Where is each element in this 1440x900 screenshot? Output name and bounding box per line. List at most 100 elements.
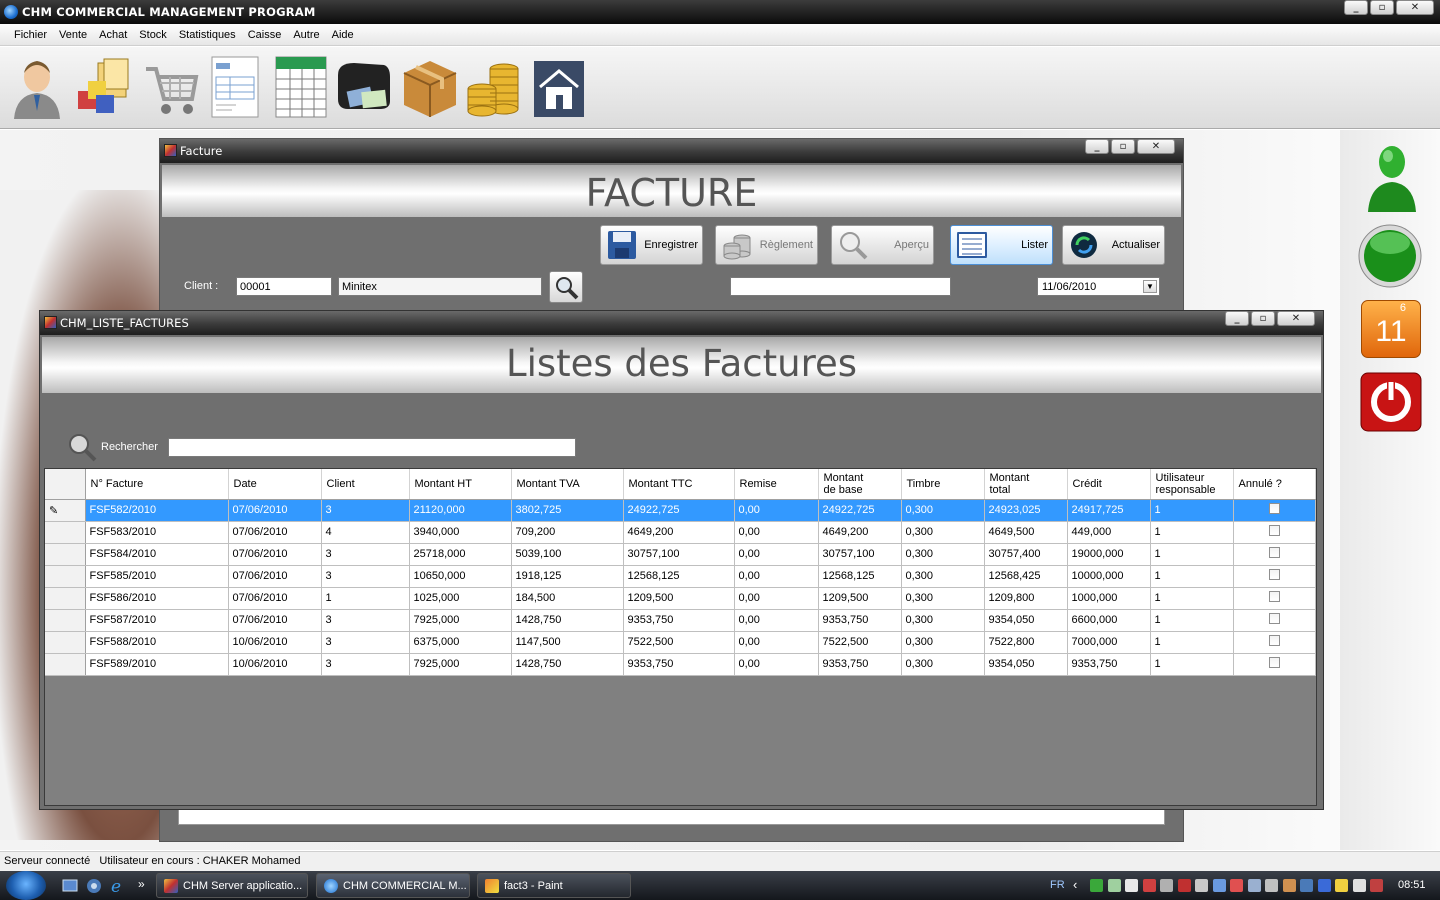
column-header[interactable]: Annulé ? (1233, 469, 1316, 500)
tray-expand-icon[interactable]: ‹ (1073, 877, 1077, 892)
table-cell[interactable]: 7522,800 (984, 631, 1068, 654)
column-header[interactable]: Utilisateur responsable (1150, 469, 1234, 500)
column-header[interactable]: Montant TTC (623, 469, 735, 500)
table-cell[interactable]: 24922,725 (623, 499, 735, 522)
table-cell[interactable]: 24922,725 (818, 499, 902, 522)
table-cell[interactable]: 1 (1150, 653, 1234, 676)
cancelled-checkbox[interactable] (1268, 657, 1280, 668)
table-cell[interactable]: 9353,750 (1067, 653, 1151, 676)
table-row[interactable]: FSF589/2010 10/06/2010 3 7925,000 1428,750 93… (45, 653, 1316, 676)
media-icon[interactable] (86, 878, 102, 894)
table-cell[interactable]: 1 (321, 587, 410, 610)
column-header[interactable]: Remise (734, 469, 819, 500)
table-cell[interactable]: 3802,725 (511, 499, 624, 522)
list-button[interactable]: Lister (950, 225, 1053, 265)
chevron-down-icon[interactable]: ▼ (1143, 280, 1157, 293)
cancelled-checkbox[interactable] (1268, 503, 1280, 514)
table-cell[interactable]: FSF588/2010 (85, 631, 229, 654)
signal-icon[interactable] (1107, 879, 1121, 892)
connection-status-icon[interactable] (1357, 223, 1423, 289)
table-cell[interactable]: 10000,000 (1067, 565, 1151, 588)
table-cell[interactable]: 449,000 (1067, 521, 1151, 544)
table-cell[interactable]: 9353,750 (818, 609, 902, 632)
cancelled-checkbox[interactable] (1268, 547, 1280, 558)
payment-button[interactable]: Règlement (715, 225, 818, 265)
products-icon[interactable] (74, 55, 132, 119)
column-header[interactable]: Montant de base (818, 469, 902, 500)
table-cell[interactable]: 0,00 (734, 587, 819, 610)
liste-window-titlebar[interactable]: CHM_LISTE_FACTURES _ ▫ ✕ (40, 311, 1323, 335)
table-cell[interactable]: FSF587/2010 (85, 609, 229, 632)
table-cell[interactable]: 4649,500 (984, 521, 1068, 544)
preview-button[interactable]: Aperçu (831, 225, 934, 265)
table-cell[interactable]: 1428,750 (511, 609, 624, 632)
cart-icon[interactable] (142, 55, 200, 119)
menu-statistiques[interactable]: Statistiques (173, 29, 242, 41)
table-cell[interactable]: 9353,750 (818, 653, 902, 676)
menu-stock[interactable]: Stock (133, 29, 173, 41)
table-cell[interactable]: 21120,000 (409, 499, 512, 522)
table-cell[interactable]: 1 (1150, 499, 1234, 522)
table-row[interactable]: FSF584/2010 07/06/2010 3 25718,000 5039,100 3… (45, 543, 1316, 566)
usb-icon[interactable] (1195, 879, 1208, 892)
table-cell[interactable]: 0,300 (901, 521, 985, 544)
row-header[interactable] (45, 631, 86, 654)
table-cell[interactable]: 0,300 (901, 631, 985, 654)
column-header[interactable]: Montant HT (409, 469, 512, 500)
cancelled-checkbox[interactable] (1268, 569, 1280, 580)
security-icon[interactable] (1177, 879, 1191, 892)
bluetooth-icon[interactable] (1317, 879, 1331, 892)
table-cell[interactable]: 07/06/2010 (228, 587, 322, 610)
liste-minimize-button[interactable]: _ (1225, 311, 1249, 326)
facture-close-button[interactable]: ✕ (1137, 139, 1175, 154)
table-cell[interactable]: 30757,100 (818, 543, 902, 566)
table-cell[interactable]: 1 (1150, 543, 1234, 566)
table-row[interactable]: FSF585/2010 07/06/2010 3 10650,000 1918,125 1… (45, 565, 1316, 588)
table-cell[interactable]: 4 (321, 521, 410, 544)
table-cell[interactable]: 25718,000 (409, 543, 512, 566)
table-cell[interactable]: 12568,425 (984, 565, 1068, 588)
table-cell[interactable]: 1 (1150, 609, 1234, 632)
table-cell[interactable]: 1209,500 (818, 587, 902, 610)
table-cell[interactable]: 9354,050 (984, 653, 1068, 676)
cancelled-checkbox[interactable] (1268, 591, 1280, 602)
table-cell[interactable]: 10650,000 (409, 565, 512, 588)
table-cell[interactable]: 1209,800 (984, 587, 1068, 610)
taskbar-item-paint[interactable]: fact3 - Paint (477, 873, 631, 898)
table-cell[interactable]: FSF584/2010 (85, 543, 229, 566)
save-button[interactable]: Enregistrer (600, 225, 703, 265)
column-header[interactable]: Crédit (1067, 469, 1151, 500)
menu-vente[interactable]: Vente (53, 29, 93, 41)
drive-icon[interactable] (1265, 879, 1278, 892)
client-name-field[interactable] (338, 277, 542, 296)
table-cell[interactable]: 12568,125 (818, 565, 902, 588)
table-cell[interactable]: 0,300 (901, 499, 985, 522)
table-cell[interactable]: 0,00 (734, 653, 819, 676)
user-online-icon[interactable] (1364, 142, 1420, 212)
column-header[interactable]: Date (228, 469, 322, 500)
row-header[interactable] (45, 565, 86, 588)
start-button[interactable] (6, 871, 46, 900)
table-cell[interactable]: 0,00 (734, 499, 819, 522)
row-header[interactable] (45, 653, 86, 676)
table-cell[interactable]: FSF583/2010 (85, 521, 229, 544)
cancelled-checkbox[interactable] (1268, 613, 1280, 624)
app-titlebar[interactable]: CHM COMMERCIAL MANAGEMENT PROGRAM _ ▫ ✕ (0, 0, 1440, 24)
table-cell[interactable]: 0,00 (734, 609, 819, 632)
app-maximize-button[interactable]: ▫ (1370, 0, 1394, 15)
firewall-icon[interactable] (1142, 879, 1156, 892)
table-cell[interactable]: 1147,500 (511, 631, 624, 654)
table-cell[interactable]: 12568,125 (623, 565, 735, 588)
table-cell[interactable]: 19000,000 (1067, 543, 1151, 566)
table-cell[interactable]: 4649,200 (623, 521, 735, 544)
table-cell[interactable]: 30757,100 (623, 543, 735, 566)
update-icon[interactable] (1370, 879, 1383, 892)
browser-icon[interactable]: e (110, 877, 128, 895)
table-cell[interactable]: 3 (321, 543, 410, 566)
table-cell[interactable]: 07/06/2010 (228, 609, 322, 632)
table-cell[interactable]: 3 (321, 609, 410, 632)
table-row[interactable]: FSF586/2010 07/06/2010 1 1025,000 184,500 120… (45, 587, 1316, 610)
client-code-field[interactable] (236, 277, 332, 296)
table-cell[interactable]: 0,300 (901, 609, 985, 632)
facture-window-titlebar[interactable]: Facture _ ▫ ✕ (160, 139, 1183, 163)
